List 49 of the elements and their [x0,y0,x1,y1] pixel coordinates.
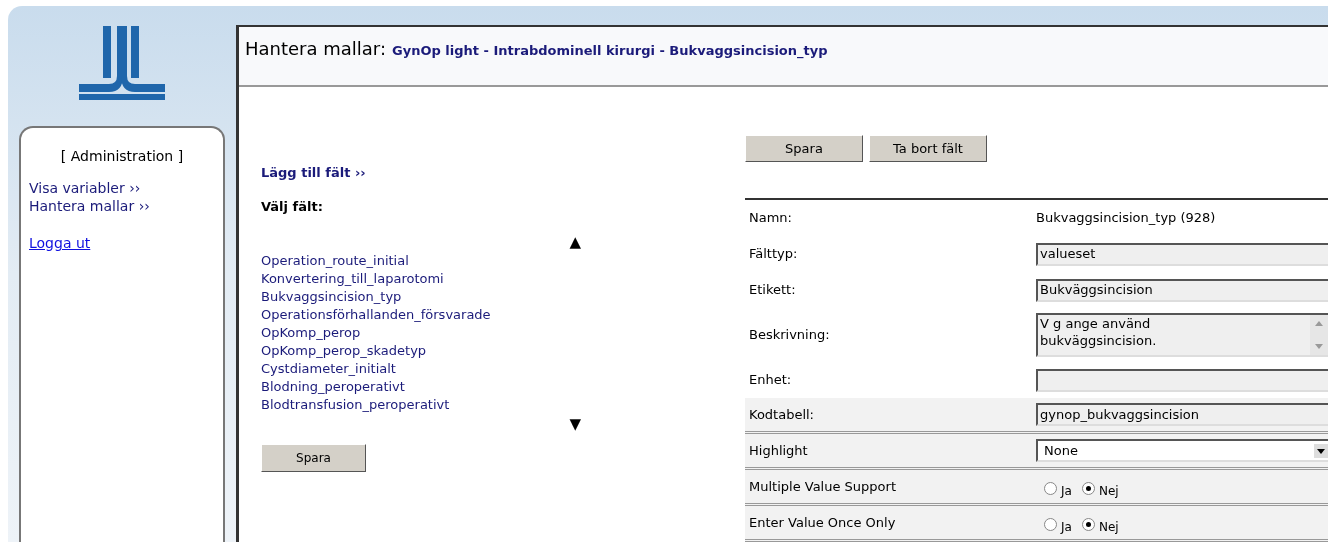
logo-icon [79,26,165,100]
field-list-item[interactable]: Bukvaggsincision_typ [261,288,402,306]
field-list-item[interactable]: Operationsförhallanden_försvarade [261,306,491,324]
scroll-down-button[interactable]: ▼ [569,416,581,432]
add-field-link[interactable]: Lägg till fält ›› [261,163,366,183]
field-label: Highlight [748,441,809,460]
radio-button[interactable] [1081,482,1095,495]
field-list-item[interactable]: Konvertering_till_laparotomi [261,270,444,288]
field-label: Enhet: [748,371,793,390]
logout-link[interactable]: Logga ut [29,233,91,254]
caret-icon [1314,443,1328,458]
field-label: Etikett: [748,281,797,300]
save-button[interactable]: Spara [745,135,863,162]
field-list-item[interactable]: Cystdiameter_initialt [261,360,396,378]
choose-field-label: Välj fält: [261,197,323,216]
field-label: Beskrivning: [748,326,831,345]
page-title: Hantera mallar: [245,37,386,61]
dropdown[interactable]: None [1036,439,1328,462]
radio-button[interactable] [1044,482,1057,495]
input-field[interactable] [1036,368,1328,392]
field-list-item[interactable]: Blodtransfusion_peroperativt [261,396,450,414]
field-value: Bukvaggsincision_typ (928) [1036,209,1216,228]
field-list-item[interactable]: OpKomp_perop [261,324,361,342]
input-field[interactable]: Bukväggsincision [1036,278,1328,302]
sidebar-heading: [ Administration ] [59,147,185,166]
radio-label: Nej [1098,482,1119,500]
field-list-item[interactable]: Operation_route_initial [261,252,409,270]
input-field[interactable]: gynop_bukvaggsincision [1036,403,1328,426]
field-label: Multiple Value Support [748,477,897,496]
sidebar-link[interactable]: Hantera mallar ›› [29,197,150,215]
field-label: Kodtabell: [748,405,815,424]
input-field[interactable]: valueset [1036,242,1328,266]
field-list-item[interactable]: OpKomp_perop_skadetyp [261,342,427,360]
radio-button[interactable] [1081,518,1095,531]
radio-label: Nej [1098,518,1119,536]
scroll-up-button[interactable]: ▲ [569,234,581,250]
radio-label: Ja [1061,518,1072,536]
field-label: Fälttyp: [748,245,799,264]
save-button[interactable]: Spara [261,444,366,472]
sidebar-link[interactable]: Visa variabler ›› [29,179,141,197]
field-label: Namn: [748,209,793,228]
radio-label: Ja [1061,482,1072,500]
scrollbar[interactable] [1310,315,1328,355]
text-area[interactable]: V g ange använd bukväggsincision. [1036,313,1328,357]
breadcrumb-path: GynOp light - Intrabdominell kirurgi - Bukvaggsincision_typ [392,42,828,61]
field-list-item[interactable]: Blodning_peroperativt [261,378,405,396]
remove-field-button[interactable]: Ta bort fält [869,135,987,162]
radio-button[interactable] [1044,518,1057,531]
field-label: Enter Value Once Only [748,513,897,532]
